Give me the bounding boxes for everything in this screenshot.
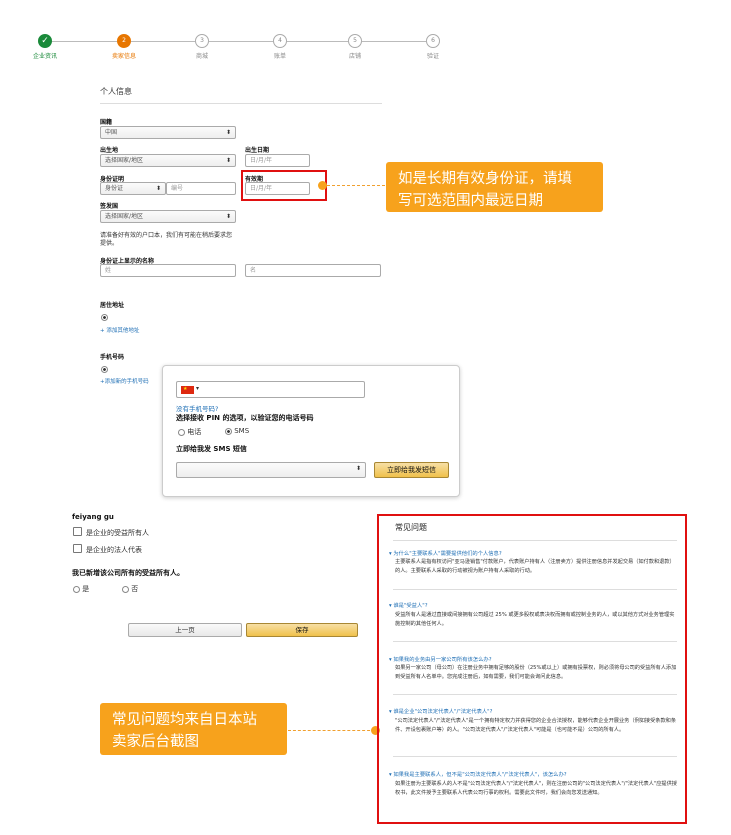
step-6-label: 验证	[426, 53, 439, 60]
birthdate-input[interactable]: 日/月/年	[245, 154, 310, 167]
faq-question[interactable]: ▾ 谁是企业"公司法定代表人"/"法定代表人"?	[389, 707, 492, 715]
step-connector	[131, 41, 195, 42]
divider	[393, 641, 677, 642]
faq-question[interactable]: ▾ 谁是"受益人"?	[389, 601, 428, 609]
birthdate-label: 出生日期	[245, 147, 270, 154]
issuer-value: 选择国家/地区	[105, 213, 144, 220]
radio-yes[interactable]	[73, 585, 80, 593]
option-yes-label: 是	[82, 585, 90, 593]
option-call-label: 电话	[187, 428, 202, 436]
step-2-label: 卖家信息	[111, 53, 136, 60]
save-button[interactable]: 保存	[246, 623, 358, 637]
beneficiary-question: 我已新增该公司所有的受益所有人。	[72, 569, 184, 577]
step-6-circle: 6	[426, 34, 440, 48]
first-name-input[interactable]: 名	[245, 264, 381, 277]
callout-connector	[327, 185, 385, 186]
legal-rep-checkbox[interactable]	[73, 544, 82, 553]
step-5-circle: 5	[348, 34, 362, 48]
hukou-note-cont: 提供。	[100, 240, 119, 247]
divider	[393, 540, 677, 541]
country-label: 国籍	[100, 119, 113, 126]
owner-checkbox[interactable]	[73, 527, 82, 536]
step-3-label: 商城	[195, 53, 208, 60]
choose-pin-label: 选择接收 PIN 的选项，以验证您的电话号码	[176, 414, 314, 422]
issuer-label: 签发国	[100, 203, 119, 210]
birthplace-value: 选择国家/地区	[105, 157, 144, 164]
chevron-down-icon[interactable]: ▾	[196, 385, 199, 392]
step-3-circle: 3	[195, 34, 209, 48]
faq-answer: 如果另一家公司（母公司）在注册业务中拥有足够的股份（25%或以上）或拥有投票权，…	[395, 665, 677, 680]
id-type-select[interactable]: 身份证	[100, 182, 166, 195]
option-no-label: 否	[131, 585, 139, 593]
faq-title: 常见问题	[395, 523, 427, 532]
faq-answer: 受益所有人是通过直接或间接拥有公司超过 25% 或更多股权或表决权而拥有或控制业…	[395, 612, 675, 627]
option-call[interactable]: 电话	[178, 427, 201, 437]
divider	[393, 589, 677, 590]
callout-connector	[288, 730, 375, 731]
address-radio[interactable]	[101, 314, 108, 321]
radio-sms[interactable]	[225, 427, 232, 435]
user-name: feiyang gu	[72, 513, 114, 521]
faq-panel: 常见问题 ▾ 为什么"主要联系人"需要提供他们的个人信息? 主要联系人是指有权访…	[377, 514, 687, 824]
owner-checkbox-label: 是企业的受益所有人	[86, 529, 149, 537]
step-1-check-icon: ✓	[38, 34, 52, 48]
faq-answer: 主要联系人是指有权访问"亚马逊销售"付款账户，代表账户持有人（注册卖方）提供注册…	[395, 559, 675, 574]
send-now-label: 立即给我发 SMS 短信	[176, 445, 247, 453]
radio-call[interactable]	[178, 428, 185, 436]
faq-answer: 如果注册为主要联系人的人不是"公司法定代表人"/"法定代表人"，则在注册公司的"…	[395, 781, 677, 796]
faq-question[interactable]: ▾ 如果我的业务由另一家公司所有该怎么办?	[389, 655, 492, 663]
divider	[100, 103, 382, 104]
no-phone-link[interactable]: 没有手机号码?	[176, 403, 218, 413]
birthplace-label: 出生地	[100, 147, 119, 154]
issuer-select[interactable]: 选择国家/地区	[100, 210, 236, 223]
expiry-callout: 如是长期有效身份证，请填 写可选范围内最远日期	[386, 162, 603, 212]
option-sms-label: SMS	[234, 427, 250, 435]
divider	[393, 694, 677, 695]
last-name-input[interactable]: 姓	[100, 264, 236, 277]
add-address-link[interactable]: + 添加其他地址	[100, 326, 139, 334]
step-4-label: 账单	[273, 53, 286, 60]
callout-dot	[318, 181, 327, 190]
faq-callout: 常见问题均来自日本站 卖家后台截图	[100, 703, 287, 755]
phone-radio[interactable]	[101, 366, 108, 373]
step-5-label: 店铺	[348, 53, 361, 60]
china-flag-icon[interactable]: ★	[181, 386, 194, 394]
phone-verify-popup: ★ ▾ 没有手机号码? 选择接收 PIN 的选项，以验证您的电话号码 电话 SM…	[162, 365, 460, 497]
step-2-circle: 2	[117, 34, 131, 48]
country-value: 中国	[105, 129, 118, 136]
section-title: 个人信息	[100, 87, 132, 96]
faq-callout-line2: 卖家后台截图	[112, 734, 199, 750]
faq-callout-line1: 常见问题均来自日本站	[112, 712, 257, 728]
step-connector	[209, 41, 273, 42]
id-number-input[interactable]: 编号	[166, 182, 236, 195]
expiry-input[interactable]: 日/月/年	[245, 182, 310, 195]
phone-label: 手机号码	[100, 354, 125, 361]
step-connector	[50, 41, 117, 42]
country-select[interactable]: 中国	[100, 126, 236, 139]
expiry-callout-line2: 写可选范围内最远日期	[398, 193, 543, 209]
sms-option-select[interactable]	[176, 462, 366, 478]
birthplace-select[interactable]: 选择国家/地区	[100, 154, 236, 167]
step-connector	[362, 41, 426, 42]
option-sms[interactable]: SMS	[225, 427, 249, 435]
step-connector	[287, 41, 348, 42]
faq-question[interactable]: ▾ 如果我是主要联系人，但不是"公司法定代表人"/"法定代表人"，该怎么办?	[389, 770, 567, 778]
legal-rep-checkbox-label: 是企业的法人代表	[86, 546, 142, 554]
option-yes[interactable]: 是	[73, 584, 89, 594]
prev-page-button[interactable]: 上一页	[128, 623, 242, 637]
send-sms-button[interactable]: 立即给我发短信	[374, 462, 449, 478]
expiry-callout-line1: 如是长期有效身份证，请填	[398, 171, 572, 187]
step-4-circle: 4	[273, 34, 287, 48]
divider	[393, 756, 677, 757]
option-no[interactable]: 否	[122, 584, 138, 594]
add-phone-link[interactable]: +添加新的手机号码	[100, 377, 149, 385]
id-type-value: 身份证	[105, 185, 124, 192]
address-label: 居住地址	[100, 302, 125, 309]
hukou-note: 请准备好有效的户口本，我们有可能在稍后要求您	[100, 232, 233, 239]
radio-no[interactable]	[122, 585, 129, 593]
phone-number-input[interactable]: ★ ▾	[176, 381, 365, 398]
faq-answer: "公司法定代表人"/"法定代表人"是一个拥有特定权力并获得您的企业合法授权，能够…	[395, 718, 677, 733]
step-1-label: 企业资讯	[32, 53, 57, 60]
faq-question[interactable]: ▾ 为什么"主要联系人"需要提供他们的个人信息?	[389, 549, 502, 557]
